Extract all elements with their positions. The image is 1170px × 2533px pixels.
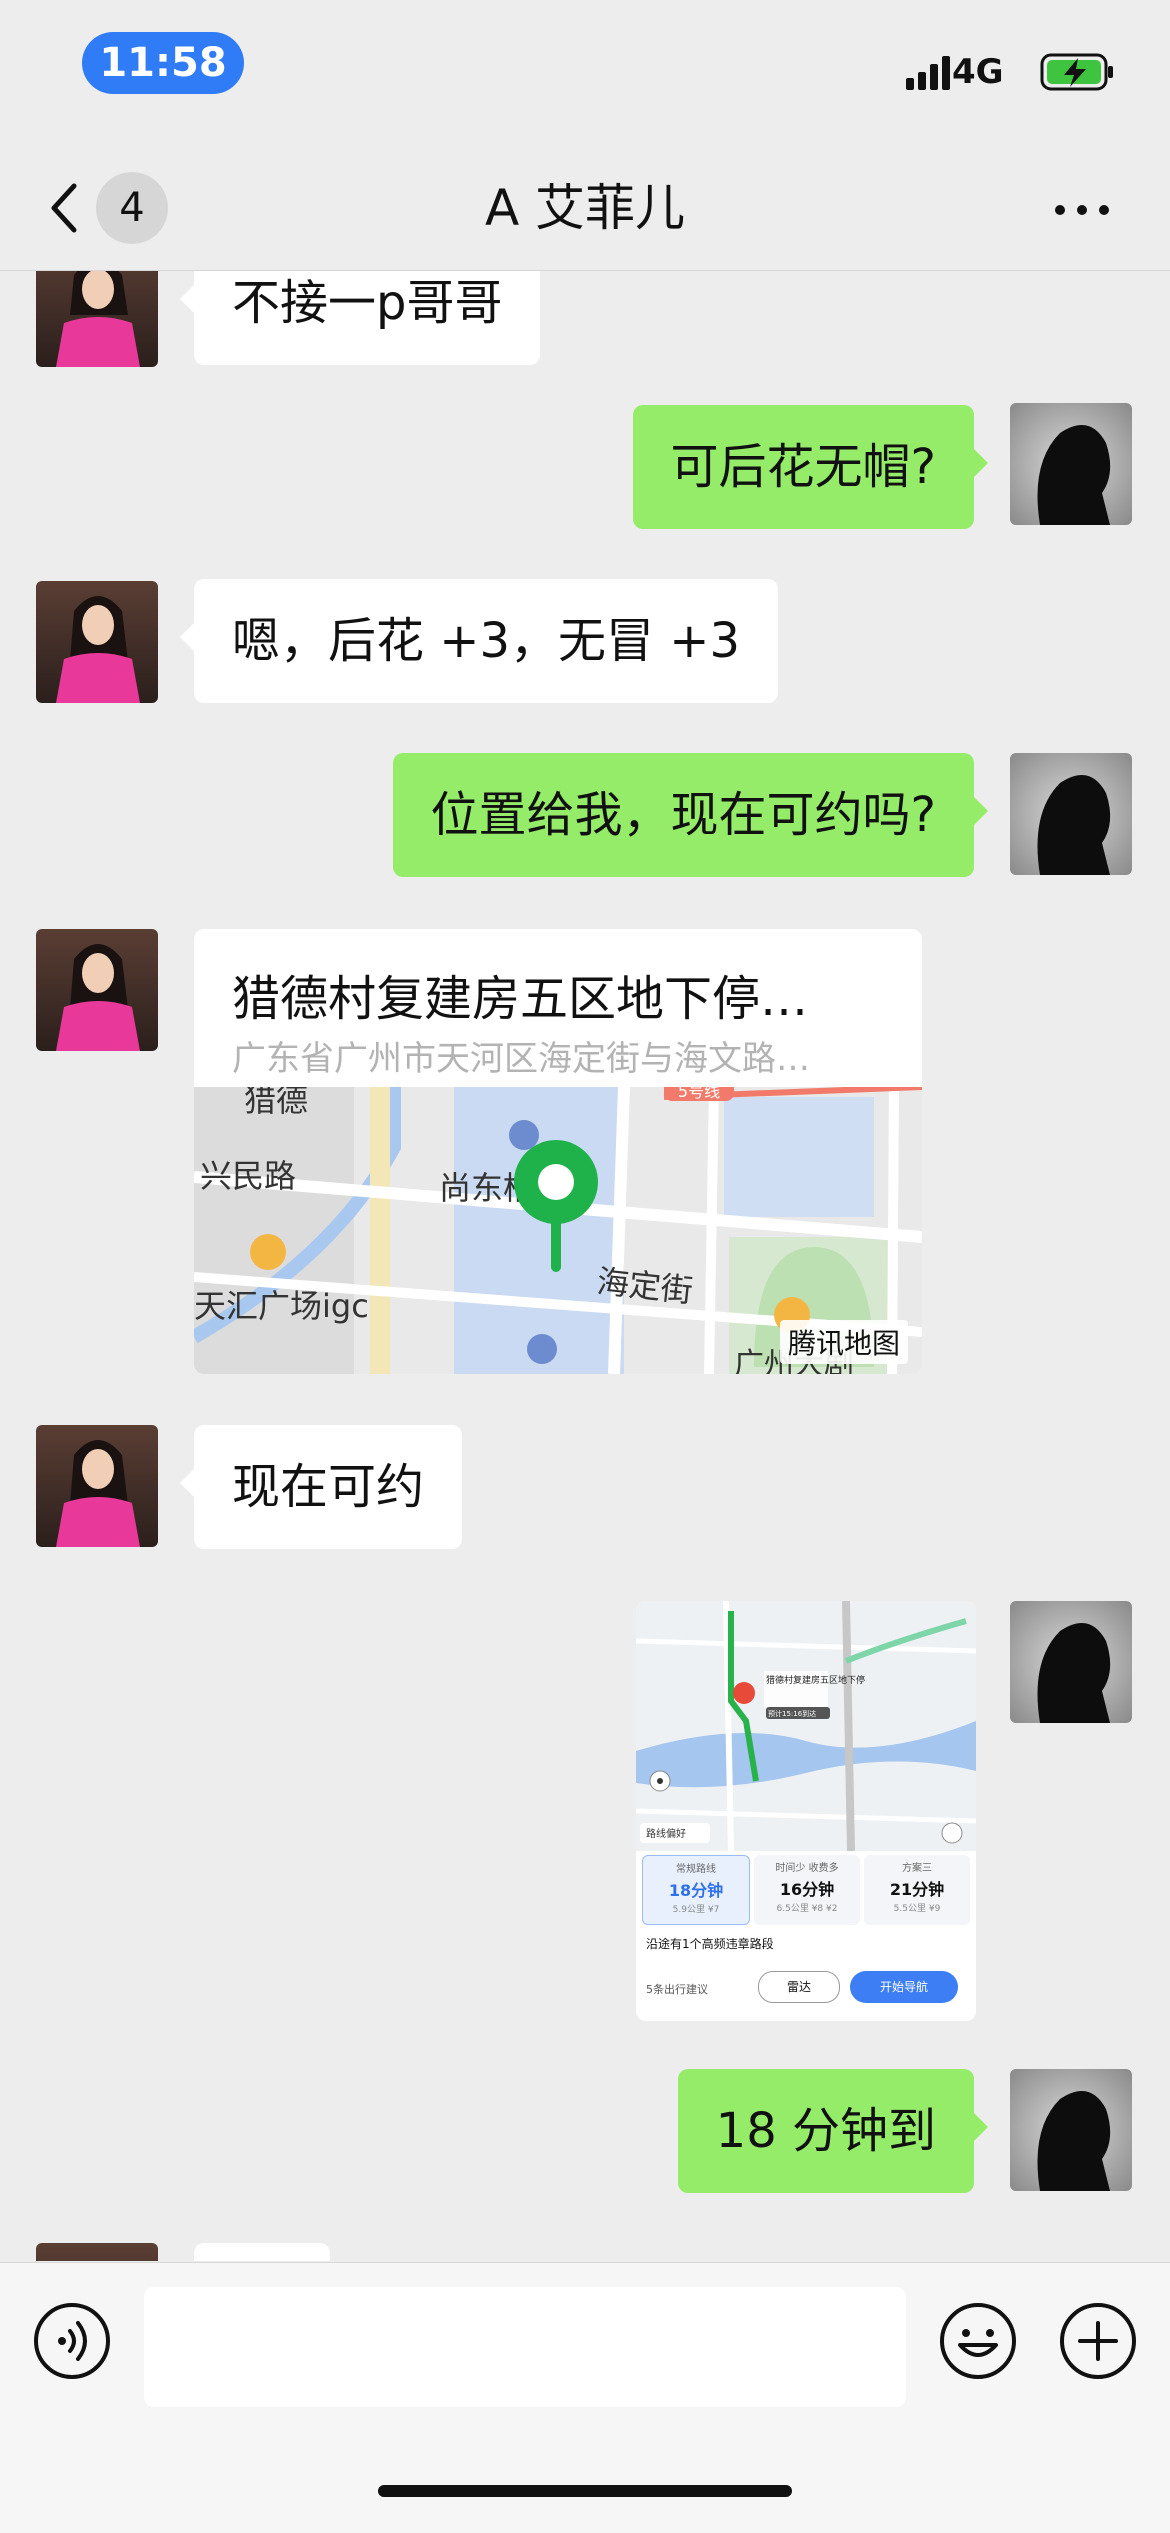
message-list[interactable]: 不接一p哥哥 可后花无帽? 嗯，后花 +3，无冒 +3 位置给我，现在可约吗? … xyxy=(0,271,1170,2261)
contact-avatar[interactable] xyxy=(36,1425,158,1547)
start-navigation-button: 开始导航 xyxy=(850,1971,958,2003)
message-bubble-outgoing[interactable]: 18 分钟到 xyxy=(677,2069,989,2193)
more-options-icon[interactable] xyxy=(1052,200,1112,220)
self-avatar[interactable] xyxy=(1010,753,1132,875)
route-option[interactable]: 常规路线 18分钟 5.9公里 ¥7 xyxy=(642,1855,750,1925)
message-bubble-incoming[interactable]: 嗯，后花 +3，无冒 +3 xyxy=(179,579,779,703)
map-brand: 腾讯地图 xyxy=(779,1320,908,1364)
map-label-poi2: 天汇广场igc xyxy=(194,1287,369,1325)
status-time: 11:58 xyxy=(82,32,244,94)
location-message-card[interactable]: 猎德村复建房五区地下停… 广东省广州市天河区海定街与海文路… 5号线 猎德 兴民… xyxy=(194,929,922,1374)
nav-map-dest-label: 猎德村复建房五区地下停 xyxy=(766,1674,865,1686)
map-label-road1: 兴民路 xyxy=(200,1157,296,1195)
nav-route-panel: 常规路线 18分钟 5.9公里 ¥7 时间少 收费多 16分钟 6.5公里 ¥8… xyxy=(636,1851,976,2021)
location-address: 广东省广州市天河区海定街与海文路… xyxy=(232,1039,810,1079)
contact-avatar[interactable] xyxy=(36,2243,158,2261)
back-chevron-icon[interactable] xyxy=(44,178,84,238)
battery-charging-icon xyxy=(1040,53,1113,91)
message-bubble-outgoing[interactable]: 位置给我，现在可约吗? xyxy=(392,753,989,877)
message-input[interactable] xyxy=(144,2287,906,2407)
location-name: 猎德村复建房五区地下停… xyxy=(232,971,809,1027)
self-avatar[interactable] xyxy=(1010,1601,1132,1723)
self-avatar[interactable] xyxy=(1010,403,1132,525)
route-warning: 沿途有1个高频违章路段 xyxy=(646,1937,774,1951)
chat-header: A 艾菲儿 4 xyxy=(0,150,1170,271)
route-option[interactable]: 方案三 21分钟 5.5公里 ¥9 xyxy=(864,1855,970,1925)
message-bubble-incoming[interactable]: 不接一p哥哥 xyxy=(179,271,541,365)
signal-icon xyxy=(906,56,950,90)
input-bar xyxy=(0,2262,1170,2533)
contact-avatar[interactable] xyxy=(36,929,158,1051)
route-option[interactable]: 时间少 收费多 16分钟 6.5公里 ¥8 ¥2 xyxy=(754,1855,860,1925)
emoji-icon[interactable] xyxy=(938,2301,1018,2381)
message-bubble-incoming[interactable] xyxy=(194,2243,330,2261)
home-indicator xyxy=(378,2485,792,2497)
radar-button: 雷达 xyxy=(758,1971,840,2003)
message-bubble-outgoing[interactable]: 可后花无帽? xyxy=(632,405,989,529)
message-bubble-incoming[interactable]: 现在可约 xyxy=(179,1425,463,1549)
nav-map: 猎德村复建房五区地下停 预计15:16到达 路线偏好 xyxy=(636,1601,976,1851)
map-label-top: 猎德 xyxy=(244,1087,308,1119)
contact-avatar[interactable] xyxy=(36,271,158,367)
contact-avatar[interactable] xyxy=(36,581,158,703)
location-map: 5号线 猎德 兴民路 尚东柏府 天汇广场igc 海定街 广州大剧 腾讯地图 xyxy=(194,1087,922,1374)
voice-input-icon[interactable] xyxy=(32,2301,112,2381)
plus-icon[interactable] xyxy=(1058,2301,1138,2381)
chat-title: A 艾菲儿 xyxy=(484,179,686,237)
self-avatar[interactable] xyxy=(1010,2069,1132,2191)
metro-label: 5号线 xyxy=(678,1087,720,1101)
route-tips: 5条出行建议 xyxy=(646,1983,708,1996)
image-message-navigation[interactable]: 猎德村复建房五区地下停 预计15:16到达 路线偏好 常规路线 18分钟 5.9… xyxy=(636,1601,976,2021)
network-type: 4G xyxy=(952,52,1004,92)
status-bar: 11:58 4G xyxy=(0,0,1170,130)
nav-route-pref-label: 路线偏好 xyxy=(646,1827,686,1840)
nav-map-eta-label: 预计15:16到达 xyxy=(768,1709,816,1718)
unread-count-badge[interactable]: 4 xyxy=(96,172,168,244)
